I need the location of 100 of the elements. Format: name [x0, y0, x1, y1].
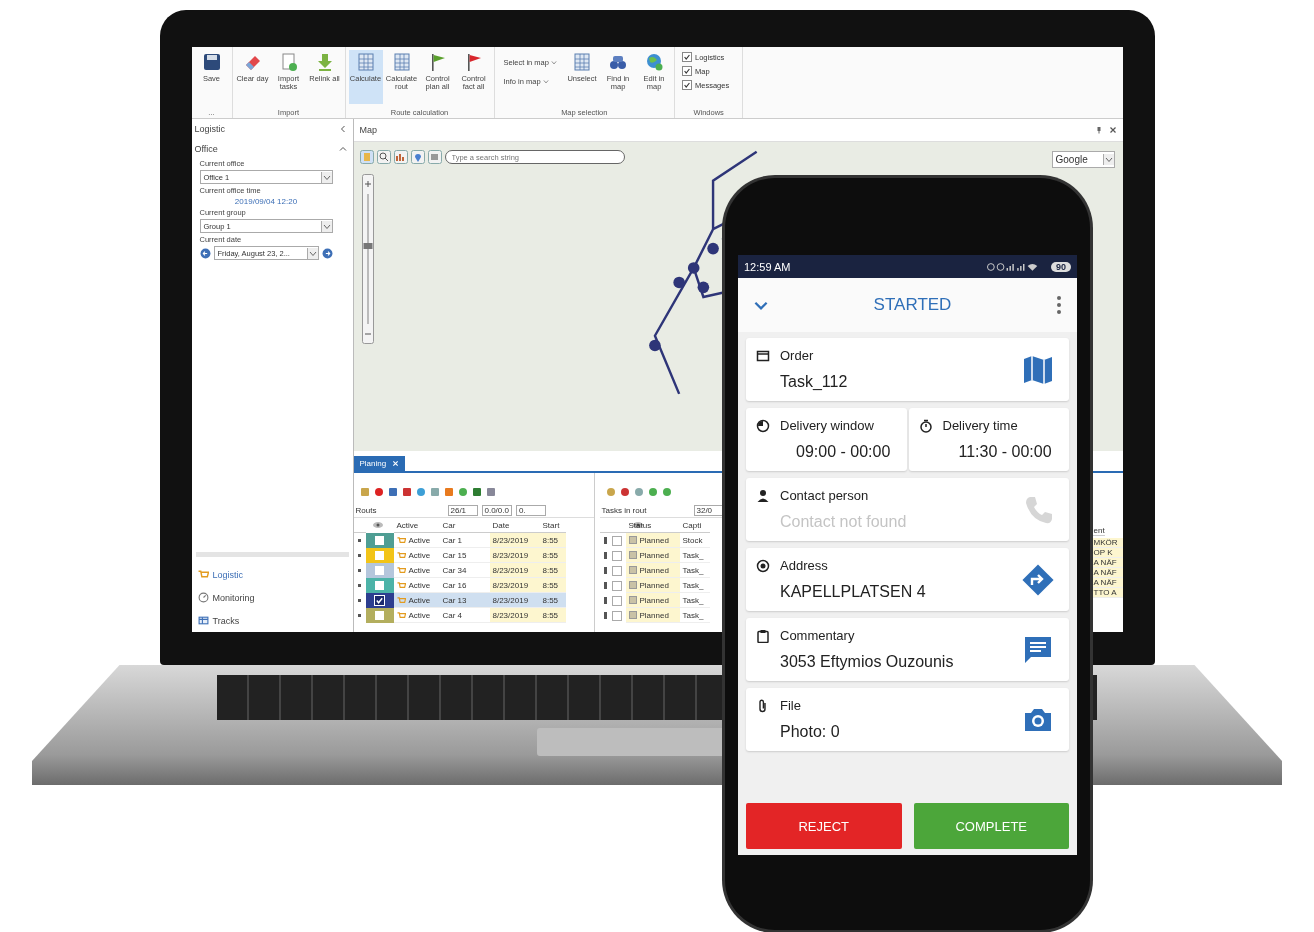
table-cell: Planned	[625, 563, 680, 578]
table-cell: Planned	[625, 548, 680, 563]
table-cell: 8:55	[539, 563, 566, 578]
zoom-slider[interactable]	[361, 174, 374, 344]
check-icon	[375, 596, 384, 605]
card-label: Order	[780, 348, 814, 363]
table-cell: Planned	[625, 533, 680, 548]
table-cell: Car 13	[439, 593, 490, 608]
cart-icon	[197, 569, 209, 580]
table-cell: Task_	[679, 578, 710, 593]
card-value: Photo: 0	[779, 723, 841, 741]
card-value: 11:30 - 00:00	[957, 443, 1053, 461]
toolbar-icon[interactable]	[605, 487, 616, 497]
nav-item[interactable]: Monitoring	[191, 586, 353, 609]
row-checkbox[interactable]	[611, 565, 622, 576]
clock-text: 12:59 AM	[744, 260, 792, 273]
card-label: File	[780, 698, 801, 713]
toolbar-icon[interactable]	[633, 487, 644, 497]
caret-icon	[551, 60, 558, 65]
table-cell: Planned	[625, 593, 680, 608]
row-checkbox[interactable]	[375, 566, 384, 575]
table-cell: 8/23/2019	[489, 563, 540, 578]
table-cell: 8/23/2019	[489, 533, 540, 548]
row-checkbox[interactable]	[611, 595, 622, 606]
pin-icon[interactable]	[410, 150, 425, 164]
toolbar-icon[interactable]	[429, 487, 440, 497]
gauge-icon	[197, 592, 209, 603]
count-field: 0.0/0.0	[481, 504, 512, 516]
map-provider-dropdown[interactable]: Google	[1051, 151, 1115, 168]
toolbar-icon[interactable]	[373, 487, 384, 497]
table-icon	[197, 615, 209, 626]
column-header[interactable]: Car	[439, 518, 490, 533]
table-cell: Car 15	[439, 548, 490, 563]
table-cell: Task_	[679, 593, 710, 608]
card-value: Contact not found	[779, 513, 908, 531]
card-label: Contact person	[780, 488, 869, 503]
reject-button[interactable]: REJECT	[746, 803, 902, 849]
caret-icon	[320, 220, 332, 232]
toolbar-icon[interactable]	[647, 487, 658, 497]
clock-icon	[756, 418, 770, 433]
table-cell: Car 34	[439, 563, 490, 578]
table-cell: Active	[393, 593, 440, 608]
screen-title: STARTED	[872, 295, 953, 315]
card-label: Address	[780, 558, 828, 573]
caret-icon	[542, 79, 549, 84]
toolbar-icon[interactable]	[359, 487, 370, 497]
row-checkbox[interactable]	[611, 580, 622, 591]
column-header[interactable]: Active	[393, 518, 440, 533]
row-checkbox[interactable]	[611, 550, 622, 561]
row-checkbox[interactable]	[375, 611, 384, 620]
card-label: Delivery window	[780, 418, 874, 433]
grid-icon	[391, 52, 412, 72]
row-checkbox[interactable]	[611, 610, 622, 621]
table-cell: Active	[393, 608, 440, 623]
search-icon[interactable]	[376, 150, 391, 164]
card-label: Commentary	[780, 628, 855, 643]
count-field: 26/1	[447, 504, 478, 516]
toolbar-icon[interactable]	[661, 487, 672, 497]
table-cell: Planned	[625, 608, 680, 623]
chart-icon[interactable]	[393, 150, 408, 164]
table-cell: 8:55	[539, 608, 566, 623]
layers-icon[interactable]	[427, 150, 442, 164]
chevron-up-icon[interactable]	[338, 145, 347, 153]
next-icon[interactable]	[321, 247, 333, 259]
nav-item[interactable]: Logistic	[191, 563, 353, 586]
toolbar-icon[interactable]	[387, 487, 398, 497]
collapse-icon[interactable]	[338, 125, 347, 133]
more-icon[interactable]	[1057, 296, 1061, 314]
row-checkbox[interactable]	[375, 536, 384, 545]
table-cell: Car 1	[439, 533, 490, 548]
toolbar-icon[interactable]	[415, 487, 426, 497]
caret-icon	[1102, 154, 1114, 165]
toolbar-icon[interactable]	[443, 487, 454, 497]
row-checkbox[interactable]	[375, 551, 384, 560]
section-title: Office	[194, 144, 218, 154]
table-cell: 8:55	[539, 578, 566, 593]
table-cell: 8/23/2019	[489, 578, 540, 593]
chevron-down-icon[interactable]	[754, 300, 768, 310]
toolbar-icon[interactable]	[457, 487, 468, 497]
table-cell: 8:55	[539, 548, 566, 563]
column-header[interactable]: Capti	[679, 518, 710, 533]
caret-icon	[306, 247, 318, 259]
panel-title: Map	[359, 125, 378, 135]
nav-item[interactable]: Tracks	[191, 609, 353, 632]
person-icon	[756, 488, 770, 503]
card-value: KAPELLPLATSEN 4	[779, 583, 927, 601]
previous-icon[interactable]	[199, 247, 211, 259]
toolbar-icon[interactable]	[471, 487, 482, 497]
card-value: Task_112	[779, 373, 849, 391]
close-icon[interactable]	[1108, 126, 1117, 134]
toolbar-icon[interactable]	[401, 487, 412, 497]
timer-icon	[918, 418, 933, 433]
row-checkbox[interactable]	[375, 581, 384, 590]
grid-icon	[572, 52, 593, 72]
planning-tab[interactable]: Planing	[353, 456, 406, 471]
table-cell: 8:55	[539, 593, 566, 608]
row-checkbox[interactable]	[611, 535, 622, 546]
toolbar-icon[interactable]	[619, 487, 630, 497]
toolbar-icon[interactable]	[485, 487, 496, 497]
card-value: 3053 Eftymios Ouzounis	[779, 653, 955, 671]
